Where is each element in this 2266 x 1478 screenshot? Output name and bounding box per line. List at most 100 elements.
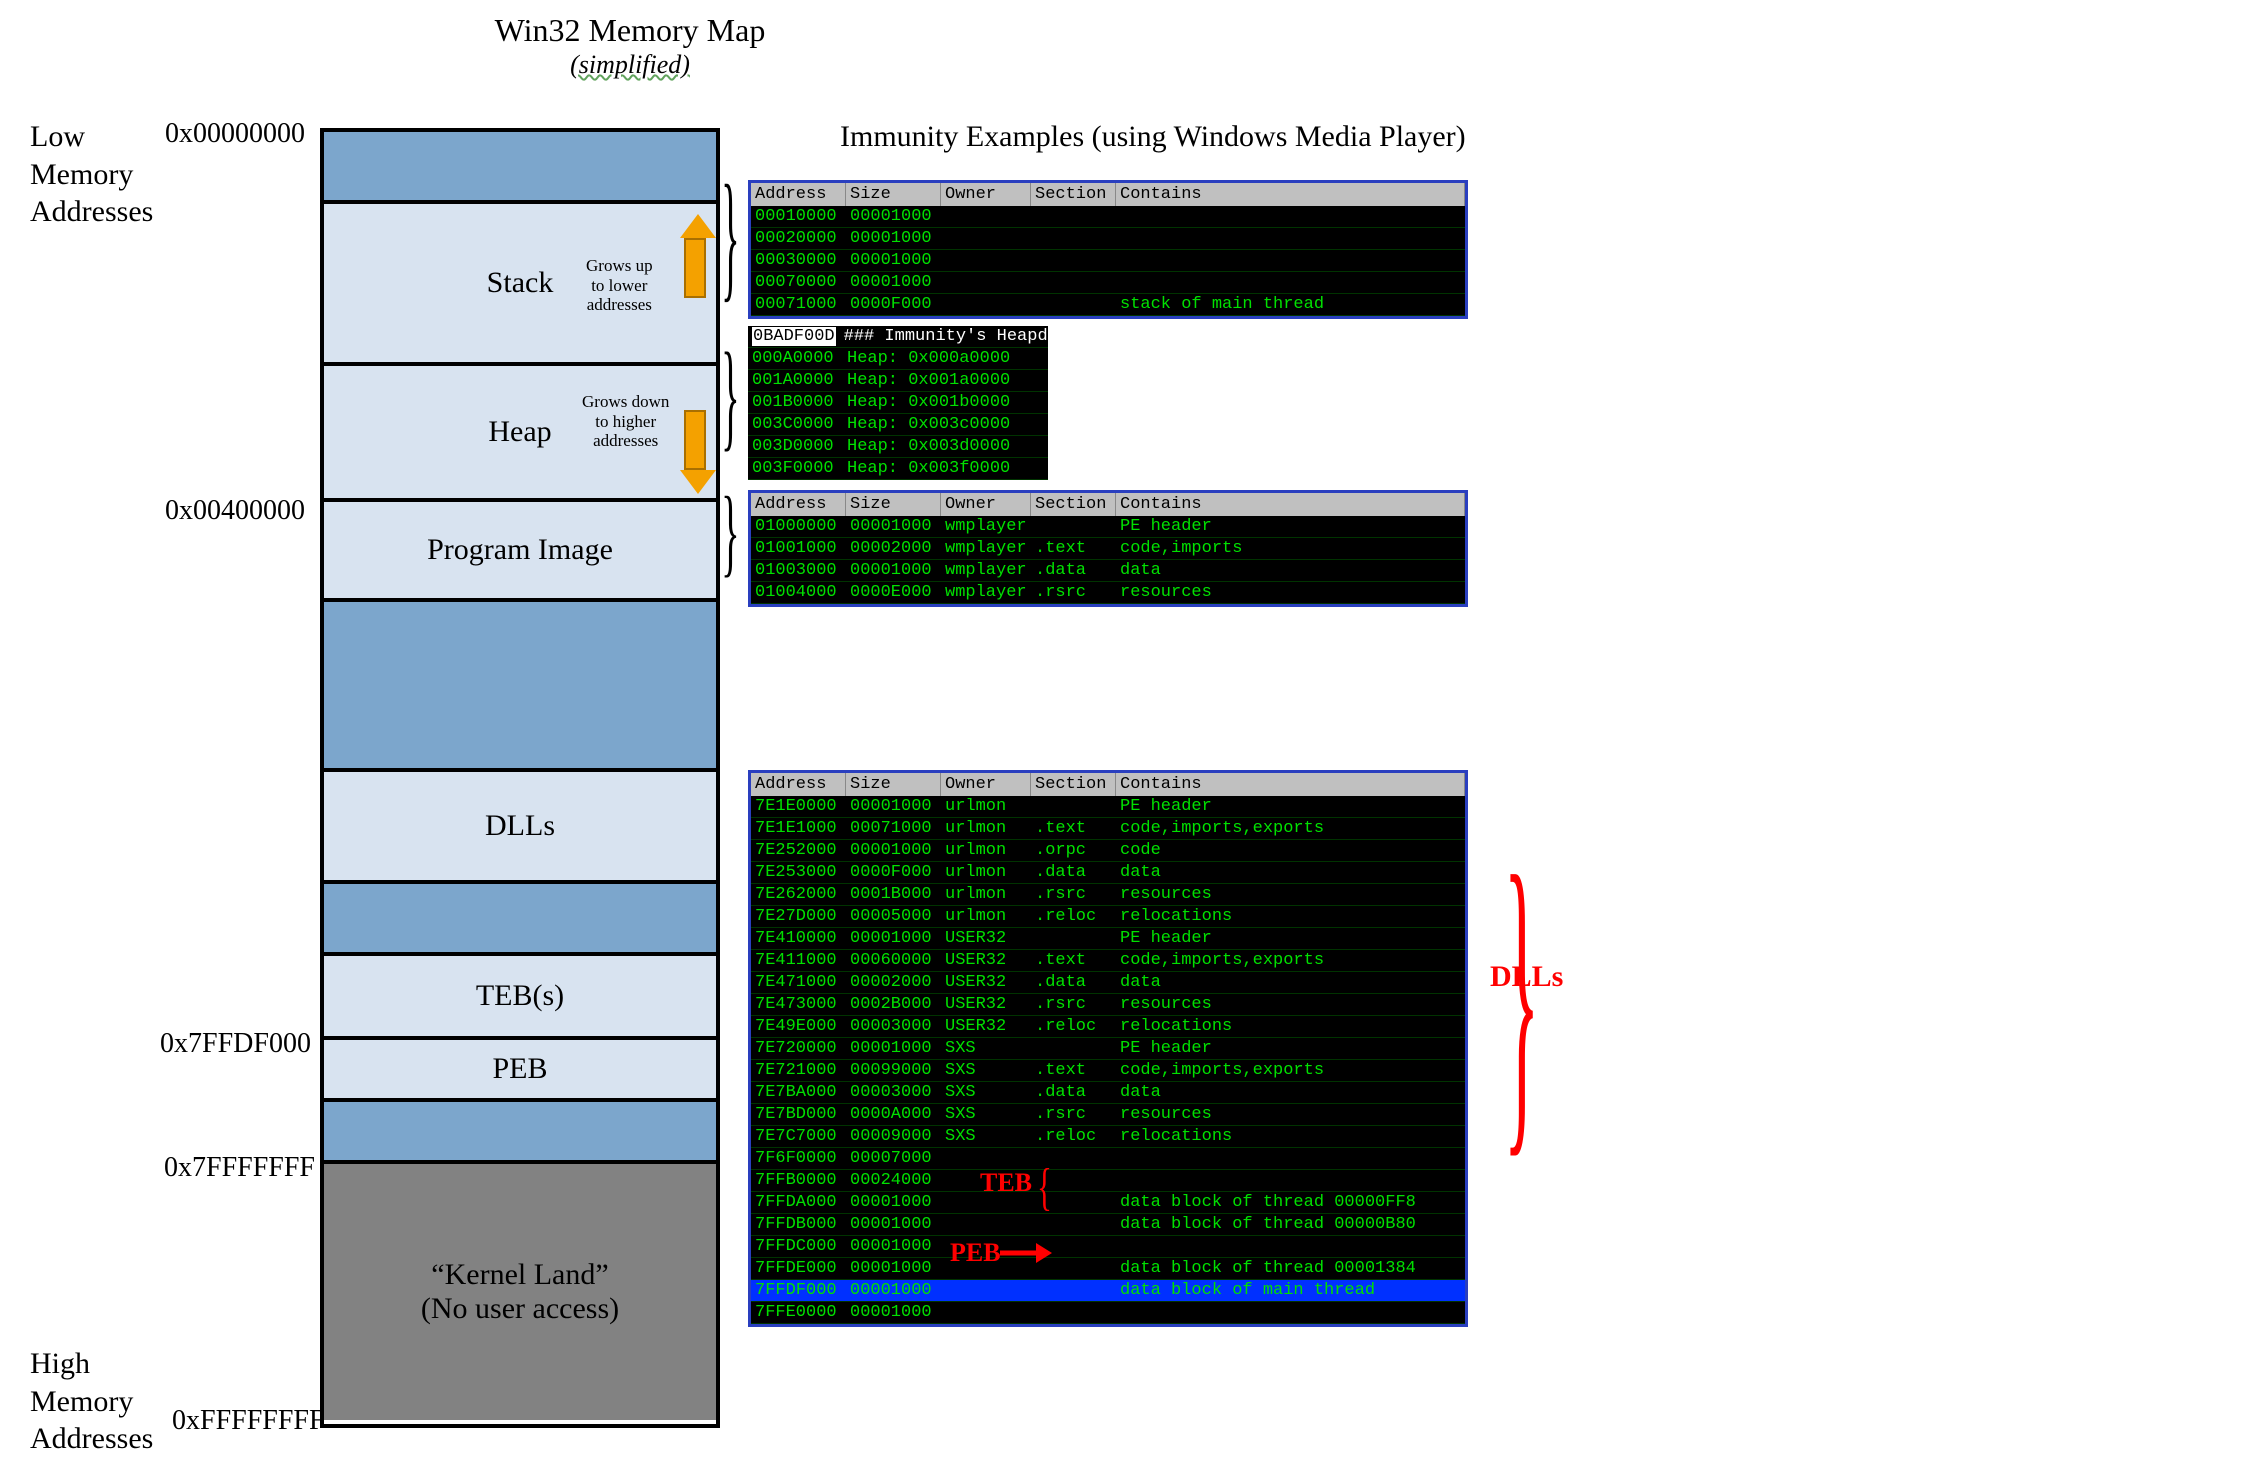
panel-program-rows: 0100000000001000wmplayerPE header0100100… [751, 516, 1465, 604]
memory-row: 7E72000000001000SXSPE header [751, 1038, 1465, 1060]
col-contains: Contains [1116, 493, 1465, 516]
seg-dlls-label: DLLs [485, 809, 555, 843]
col-size: Size [846, 493, 941, 516]
panel-stack-header: Address Size Owner Section Contains [751, 183, 1465, 206]
col-size: Size [846, 773, 941, 796]
memory-row: 0BADF00D### Immunity's Heapdump ### [748, 326, 1048, 348]
col-section: Section [1031, 773, 1116, 796]
seg-tebs: TEB(s) [324, 956, 716, 1040]
memory-row: 7FFDF00000001000data block of main threa… [751, 1280, 1465, 1302]
memory-row: 0100000000001000wmplayerPE header [751, 516, 1465, 538]
heap-growth-note: Grows down to higher addresses [582, 392, 669, 451]
seg-reserved-top [324, 132, 716, 204]
col-address: Address [751, 773, 846, 796]
memory-row: 7FFB000000024000 [751, 1170, 1465, 1192]
seg-dlls: DLLs [324, 772, 716, 884]
memory-row: 7E25200000001000urlmon.orpccode [751, 840, 1465, 862]
memory-row: 0002000000001000 [751, 228, 1465, 250]
panel-stack: Address Size Owner Section Contains 0001… [748, 180, 1468, 319]
memory-row: 7E7C700000009000SXS.relocrelocations [751, 1126, 1465, 1148]
memory-row: 001A0000Heap: 0x001a0000 [748, 370, 1048, 392]
memory-row: 7E7BD0000000A000SXS.rsrcresources [751, 1104, 1465, 1126]
memory-row: 7E4730000002B000USER32.rsrcresources [751, 994, 1465, 1016]
seg-gap-3 [324, 1102, 716, 1164]
memory-row: 001B0000Heap: 0x001b0000 [748, 392, 1048, 414]
panel-heap: 0BADF00D### Immunity's Heapdump ###000A0… [748, 326, 1048, 480]
memory-row: 7E1E000000001000urlmonPE header [751, 796, 1465, 818]
memory-row: 7E47100000002000USER32.datadata [751, 972, 1465, 994]
col-contains: Contains [1116, 183, 1465, 206]
arrow-down-icon [680, 410, 710, 494]
seg-kernel-label-1: “Kernel Land” [431, 1258, 608, 1292]
annotation-teb: TEB [980, 1168, 1032, 1198]
brace-dll-red-icon: } [1504, 800, 1540, 1191]
memory-row: 0001000000001000 [751, 206, 1465, 228]
memory-row: 7FFE000000001000 [751, 1302, 1465, 1324]
arrow-peb-icon [1000, 1240, 1052, 1266]
diagram-title: Win32 Memory Map [320, 12, 940, 49]
col-size: Size [846, 183, 941, 206]
memory-row: 7E72100000099000SXS.textcode,imports,exp… [751, 1060, 1465, 1082]
memory-row: 7E49E00000003000USER32.relocrelocations [751, 1016, 1465, 1038]
panel-program-header: Address Size Owner Section Contains [751, 493, 1465, 516]
seg-program-image: Program Image [324, 502, 716, 602]
memory-row: 7FFDC00000001000 [751, 1236, 1465, 1258]
panel-dlls-header: Address Size Owner Section Contains [751, 773, 1465, 796]
memory-row: 7E2530000000F000urlmon.datadata [751, 862, 1465, 884]
seg-kernel-label-2: (No user access) [421, 1292, 619, 1326]
memory-row: 003F0000Heap: 0x003f0000 [748, 458, 1048, 480]
panel-heap-rows: 0BADF00D### Immunity's Heapdump ###000A0… [748, 326, 1048, 480]
memory-row: 003D0000Heap: 0x003d0000 [748, 436, 1048, 458]
brace-stack-icon: } [721, 153, 739, 318]
seg-stack: Stack Grows up to lower addresses [324, 204, 716, 366]
seg-peb: PEB [324, 1040, 716, 1102]
seg-gap-2 [324, 884, 716, 956]
memory-row: 000A0000Heap: 0x000a0000 [748, 348, 1048, 370]
panel-dlls-rows: 7E1E000000001000urlmonPE header7E1E10000… [751, 796, 1465, 1324]
memory-row: 7FFDE00000001000data block of thread 000… [751, 1258, 1465, 1280]
seg-stack-label: Stack [487, 266, 554, 300]
addr-0x7fffffff: 0x7FFFFFFF [164, 1152, 315, 1184]
memory-row: 0007000000001000 [751, 272, 1465, 294]
col-address: Address [751, 493, 846, 516]
col-owner: Owner [941, 773, 1031, 796]
panel-stack-rows: 0001000000001000000200000000100000030000… [751, 206, 1465, 316]
col-section: Section [1031, 493, 1116, 516]
memory-row: 7E1E100000071000urlmon.textcode,imports,… [751, 818, 1465, 840]
annotation-dlls: DLLs [1490, 960, 1563, 994]
seg-kernel: “Kernel Land” (No user access) [324, 1164, 716, 1420]
brace-heap-icon: } [721, 326, 739, 466]
seg-heap-label: Heap [488, 415, 551, 449]
diagram-root: Win32 Memory Map (simplified) Low Memory… [0, 0, 2266, 1478]
memory-row: 7F6F000000007000 [751, 1148, 1465, 1170]
memory-row: 003C0000Heap: 0x003c0000 [748, 414, 1048, 436]
stack-growth-note: Grows up to lower addresses [586, 256, 653, 315]
high-memory-label: High Memory Addresses [30, 1345, 153, 1458]
right-title: Immunity Examples (using Windows Media P… [840, 120, 1466, 154]
seg-program-label: Program Image [427, 533, 613, 567]
memory-row: 7E2620000001B000urlmon.rsrcresources [751, 884, 1465, 906]
addr-0x7ffdf000: 0x7FFDF000 [160, 1028, 311, 1060]
seg-gap-1 [324, 602, 716, 772]
brace-teb-red-icon: { [1037, 1158, 1052, 1217]
col-owner: Owner [941, 183, 1031, 206]
memory-row: 7E7BA00000003000SXS.datadata [751, 1082, 1465, 1104]
arrow-up-icon [680, 214, 710, 298]
low-memory-label: Low Memory Addresses [30, 118, 153, 231]
addr-0xffffffff: 0xFFFFFFFF [172, 1405, 325, 1437]
seg-heap: Heap Grows down to higher addresses [324, 366, 716, 502]
seg-tebs-label: TEB(s) [476, 979, 564, 1013]
memory-row: 7E41000000001000USER32PE header [751, 928, 1465, 950]
memory-row: 0100100000002000wmplayer.textcode,import… [751, 538, 1465, 560]
seg-peb-label: PEB [492, 1052, 547, 1086]
addr-0x00400000: 0x00400000 [165, 495, 305, 527]
memory-row: 010040000000E000wmplayer.rsrcresources [751, 582, 1465, 604]
col-section: Section [1031, 183, 1116, 206]
memory-row: 0100300000001000wmplayer.datadata [751, 560, 1465, 582]
panel-dlls: Address Size Owner Section Contains 7E1E… [748, 770, 1468, 1327]
panel-program: Address Size Owner Section Contains 0100… [748, 490, 1468, 607]
addr-0x00000000: 0x00000000 [165, 118, 305, 150]
memory-row: 7FFDB00000001000data block of thread 000… [751, 1214, 1465, 1236]
col-address: Address [751, 183, 846, 206]
memory-row: 7FFDA00000001000data block of thread 000… [751, 1192, 1465, 1214]
